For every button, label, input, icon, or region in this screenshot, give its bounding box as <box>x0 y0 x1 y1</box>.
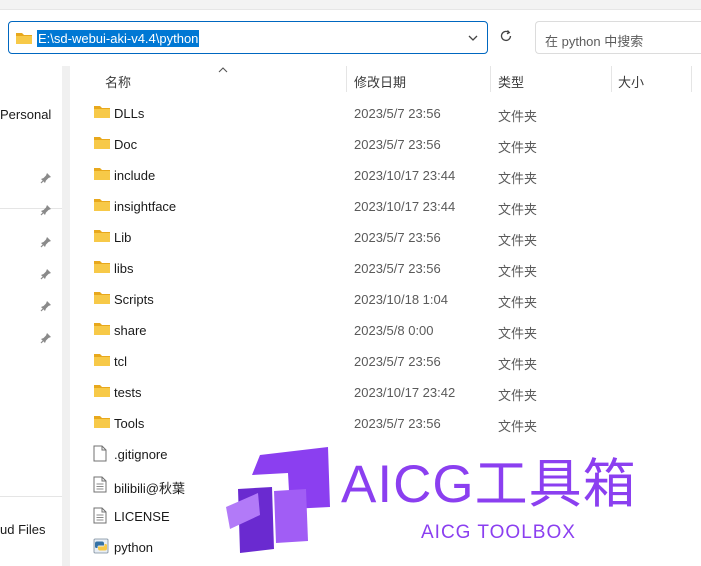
folder-icon <box>93 135 111 154</box>
file-modified: 2023/5/7 23:56 <box>354 137 441 152</box>
file-type: 文件夹 <box>498 326 538 341</box>
file-type: 文件夹 <box>498 388 538 403</box>
file-name: tcl <box>114 354 127 369</box>
file-icon <box>93 445 107 465</box>
file-modified: 2023/10/17 23:44 <box>354 168 456 183</box>
sort-ascending-icon <box>218 62 228 77</box>
address-bar[interactable]: E:\sd-webui-aki-v4.4\python <box>8 21 488 54</box>
file-type: 文件夹 <box>498 419 538 434</box>
file-name: libs <box>114 261 134 276</box>
folder-icon <box>93 383 111 402</box>
file-row[interactable]: Tools 2023/5/7 23:56 文件夹 <box>76 407 701 438</box>
column-divider[interactable] <box>691 66 692 92</box>
file-type: 文件夹 <box>498 357 538 372</box>
file-name: LICENSE <box>114 509 170 524</box>
python-icon <box>93 538 109 557</box>
file-type: 文件夹 <box>498 202 538 217</box>
file-name: DLLs <box>114 106 145 121</box>
file-list: DLLs 2023/5/7 23:56 文件夹 Doc 2023/5/7 23:56 文件… <box>76 97 701 562</box>
file-row[interactable]: Doc 2023/5/7 23:56 文件夹 <box>76 128 701 159</box>
column-header: 名称 修改日期 类型 大小 <box>76 62 701 94</box>
pin-icon <box>40 204 52 219</box>
file-modified: 2023/5/7 23:56 <box>354 416 441 431</box>
file-name: include <box>114 168 156 183</box>
folder-icon <box>93 352 111 371</box>
folder-icon <box>15 30 33 49</box>
window-top-strip <box>0 0 701 10</box>
nav-item-cloud-files[interactable]: ud Files <box>0 522 46 537</box>
file-type: 文件夹 <box>498 295 538 310</box>
file-modified: 2023/5/7 23:56 <box>354 354 441 369</box>
file-name: Scripts <box>114 292 154 307</box>
file-row[interactable]: insightface 2023/10/17 23:44 文件夹 <box>76 190 701 221</box>
file-row[interactable]: share 2023/5/8 0:00 文件夹 <box>76 314 701 345</box>
nav-item-personal[interactable]: Personal <box>0 107 51 122</box>
file-name: tests <box>114 385 142 400</box>
file-row[interactable]: include 2023/10/17 23:44 文件夹 <box>76 159 701 190</box>
column-divider[interactable] <box>490 66 491 92</box>
file-type: 文件夹 <box>498 171 538 186</box>
folder-icon <box>93 414 111 433</box>
folder-icon <box>93 104 111 123</box>
file-row[interactable]: .gitignore <box>76 438 701 469</box>
file-modified: 2023/10/17 23:44 <box>354 199 456 214</box>
file-type: 文件夹 <box>498 264 538 279</box>
folder-icon <box>93 197 111 216</box>
folder-icon <box>93 321 111 340</box>
file-row[interactable]: tests 2023/10/17 23:42 文件夹 <box>76 376 701 407</box>
file-name: bilibili@秋葉 <box>114 481 185 496</box>
refresh-icon <box>499 29 513 46</box>
file-type: 文件夹 <box>498 233 538 248</box>
file-row[interactable]: LICENSE <box>76 500 701 531</box>
file-modified: 2023/5/7 23:56 <box>354 106 441 121</box>
pin-icon <box>40 172 52 187</box>
file-row[interactable]: Lib 2023/5/7 23:56 文件夹 <box>76 221 701 252</box>
file-row[interactable]: DLLs 2023/5/7 23:56 文件夹 <box>76 97 701 128</box>
file-type: 文件夹 <box>498 109 538 124</box>
address-path[interactable]: E:\sd-webui-aki-v4.4\python <box>37 30 200 47</box>
file-modified: 2023/10/17 23:42 <box>354 385 456 400</box>
file-modified: 2023/10/18 1:04 <box>354 292 448 307</box>
file-name: insightface <box>114 199 177 214</box>
file-row[interactable]: python <box>76 531 701 562</box>
file-row[interactable]: Scripts 2023/10/18 1:04 文件夹 <box>76 283 701 314</box>
nav-scrollbar[interactable] <box>62 66 70 566</box>
file-name: Lib <box>114 230 132 245</box>
column-divider[interactable] <box>346 66 347 92</box>
refresh-button[interactable] <box>492 23 520 51</box>
text-file-icon <box>93 507 107 527</box>
file-type: 文件夹 <box>498 140 538 155</box>
chevron-down-icon[interactable] <box>467 32 479 47</box>
folder-icon <box>93 290 111 309</box>
file-modified: 2023/5/7 23:56 <box>354 261 441 276</box>
pin-icon <box>40 236 52 251</box>
file-name: Doc <box>114 137 138 152</box>
search-box[interactable]: 在 python 中搜索 <box>535 21 701 54</box>
folder-icon <box>93 228 111 247</box>
folder-icon <box>93 166 111 185</box>
column-size[interactable]: 大小 <box>618 72 644 91</box>
file-name: Tools <box>114 416 145 431</box>
file-name: .gitignore <box>114 447 168 462</box>
file-modified: 2023/5/7 23:56 <box>354 230 441 245</box>
file-row[interactable]: libs 2023/5/7 23:56 文件夹 <box>76 252 701 283</box>
search-input[interactable]: 在 python 中搜索 <box>545 31 643 50</box>
column-type[interactable]: 类型 <box>498 72 524 91</box>
nav-divider <box>0 496 62 497</box>
column-modified[interactable]: 修改日期 <box>354 72 406 91</box>
pin-icon <box>40 268 52 283</box>
pin-icon <box>40 300 52 315</box>
text-file-icon <box>93 476 107 496</box>
file-name: share <box>114 323 147 338</box>
column-divider[interactable] <box>611 66 612 92</box>
file-row[interactable]: tcl 2023/5/7 23:56 文件夹 <box>76 345 701 376</box>
nav-divider <box>0 208 62 209</box>
folder-icon <box>93 259 111 278</box>
file-name: python <box>114 540 154 555</box>
navigation-pane: Personal ud Files <box>0 62 62 566</box>
file-row[interactable]: bilibili@秋葉 <box>76 469 701 500</box>
pin-icon <box>40 332 52 347</box>
column-name[interactable]: 名称 <box>105 72 131 91</box>
file-modified: 2023/5/8 0:00 <box>354 323 434 338</box>
